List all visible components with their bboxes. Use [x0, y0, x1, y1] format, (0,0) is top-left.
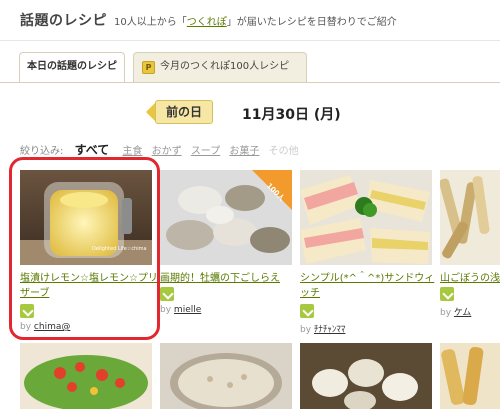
- recipe-author: by ﾁﾅﾁｬﾝﾏﾏ: [300, 322, 345, 335]
- recipe-photo-burdock[interactable]: [440, 170, 500, 265]
- page-header: 話題のレシピ 10人以上から「つくれぽ」が届いたレシピを日替わりでご紹介: [0, 0, 500, 40]
- filter-other: その他: [268, 146, 299, 157]
- previous-day-button[interactable]: 前の日: [146, 100, 214, 124]
- tab-divider: [0, 82, 500, 83]
- recipe-title-link[interactable]: 山ごぼうの浅漬: [440, 271, 500, 286]
- page-subtitle: 10人以上から「つくれぽ」が届いたレシピを日替わりでご紹介: [114, 13, 397, 28]
- recipe-author: by ケム: [440, 305, 471, 318]
- filter-soup[interactable]: スープ: [191, 146, 220, 157]
- recipe-photo-dumplings[interactable]: [300, 343, 432, 409]
- recipe-photo-tempura[interactable]: [440, 343, 500, 409]
- by-label: by: [300, 325, 312, 335]
- selection-highlight: [9, 157, 160, 340]
- premium-icon: P: [142, 61, 155, 74]
- previous-day-label: 前の日: [155, 100, 213, 124]
- recipe-author: by mielle: [160, 305, 201, 315]
- recipe-photo-salad[interactable]: [20, 343, 152, 409]
- category-filter: 絞り込み: すべて 主食 おかず スープ お菓子 その他: [20, 141, 305, 158]
- tsukurepo-icon: [440, 287, 454, 301]
- tsukurepo-link[interactable]: つくれぽ: [187, 17, 227, 28]
- tsukurepo-icon: [300, 304, 314, 318]
- filter-label: 絞り込み:: [20, 146, 64, 157]
- tab-todays-recipes[interactable]: 本日の話題のレシピ: [19, 52, 125, 82]
- filter-sweets[interactable]: お菓子: [229, 146, 259, 157]
- date-bar: 前の日 11月30日 (月): [0, 92, 500, 132]
- recipe-title-link[interactable]: シンプル(*^＾^*)サンドウィッチ: [300, 271, 442, 301]
- recipe-title-link[interactable]: 画期的！牡蠣の下ごしらえ: [160, 271, 302, 286]
- subtitle-text: 10人以上から「: [114, 17, 187, 28]
- current-date: 11月30日 (月): [242, 107, 341, 123]
- divider: [0, 40, 500, 41]
- author-link[interactable]: ケム: [454, 308, 471, 318]
- tab-monthly-100-recipes[interactable]: P 今月のつくれぽ100人レシピ: [133, 52, 307, 82]
- subtitle-text: 」が届いたレシピを日替わりでご紹介: [226, 17, 397, 28]
- tsukurepo-icon: [160, 287, 174, 301]
- tab-label: 今月のつくれぽ100人レシピ: [160, 61, 290, 72]
- by-label: by: [440, 308, 452, 318]
- filter-side-dish[interactable]: おかず: [152, 146, 182, 157]
- by-label: by: [160, 305, 172, 315]
- page-title: 話題のレシピ: [20, 13, 107, 29]
- recipe-photo-soup[interactable]: [160, 343, 292, 409]
- recipe-photo-oysters[interactable]: 100人: [160, 170, 292, 265]
- filter-main-dish[interactable]: 主食: [122, 146, 142, 157]
- author-link[interactable]: ﾁﾅﾁｬﾝﾏﾏ: [314, 325, 346, 335]
- filter-all[interactable]: すべて: [75, 143, 110, 157]
- author-link[interactable]: mielle: [174, 305, 201, 315]
- recipe-photo-sandwich[interactable]: [300, 170, 432, 265]
